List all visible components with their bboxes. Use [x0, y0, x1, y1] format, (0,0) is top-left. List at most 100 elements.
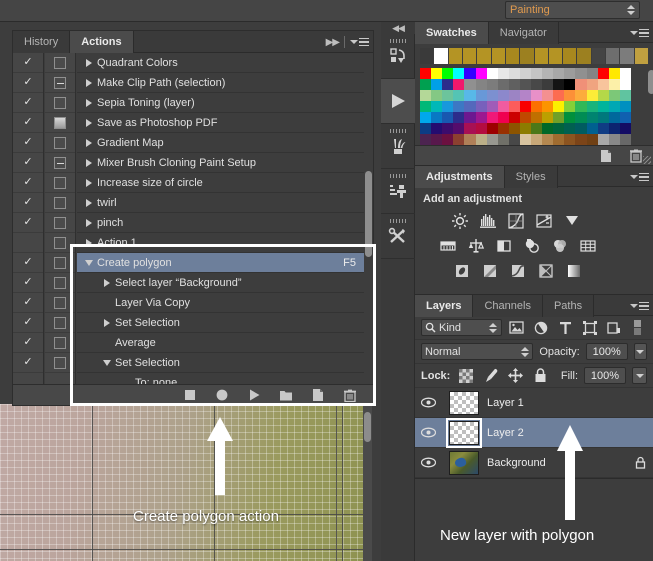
color-swatch[interactable]	[531, 68, 543, 79]
color-swatch[interactable]	[431, 79, 443, 90]
disclosure-triangle-icon[interactable]	[81, 198, 97, 207]
color-swatch[interactable]	[420, 134, 432, 145]
action-dialog-toggle[interactable]	[45, 53, 75, 73]
action-enable-checkbox[interactable]: ✓	[13, 153, 43, 173]
color-swatch[interactable]	[553, 101, 565, 112]
color-swatch[interactable]	[442, 112, 454, 123]
color-swatch[interactable]	[519, 112, 532, 123]
color-swatch[interactable]	[575, 134, 587, 145]
action-row[interactable]: Make Clip Path (selection)	[77, 73, 364, 93]
gradient-map-icon[interactable]	[563, 261, 585, 281]
action-dialog-toggle[interactable]	[45, 133, 75, 153]
color-swatch[interactable]	[464, 123, 476, 134]
blend-mode-select[interactable]: Normal	[421, 343, 534, 360]
color-swatch[interactable]	[619, 101, 631, 112]
action-enable-checkbox[interactable]: ✓	[13, 193, 43, 213]
panel-menu-icon[interactable]	[350, 37, 369, 47]
invert-icon[interactable]	[451, 261, 473, 281]
black-white-icon[interactable]	[493, 236, 515, 256]
color-swatch[interactable]	[475, 90, 487, 101]
action-row[interactable]: Quadrant Colors	[77, 53, 364, 73]
color-swatch[interactable]	[475, 79, 487, 90]
action-enable-checkbox[interactable]: ✓	[13, 333, 43, 353]
fill-value[interactable]: 100%	[584, 367, 626, 384]
disclosure-triangle-icon[interactable]	[81, 238, 97, 247]
color-swatch[interactable]	[542, 90, 554, 101]
color-swatch[interactable]	[464, 79, 476, 90]
color-swatch[interactable]	[542, 123, 554, 134]
color-swatch[interactable]	[420, 90, 432, 101]
color-swatch[interactable]	[420, 101, 432, 112]
disclosure-triangle-icon[interactable]	[81, 78, 97, 87]
color-swatch[interactable]	[431, 68, 443, 79]
panel-menu-icon[interactable]	[630, 301, 649, 311]
tab-channels[interactable]: Channels	[473, 295, 543, 317]
color-swatch[interactable]	[464, 112, 476, 123]
action-dialog-toggle[interactable]	[45, 333, 75, 353]
action-enable-checkbox[interactable]: ✓	[13, 253, 43, 273]
color-swatch[interactable]	[475, 123, 487, 134]
adjustment-layer-filter-icon[interactable]	[532, 319, 550, 337]
disclosure-triangle-icon[interactable]	[99, 318, 115, 327]
action-dialog-toggle[interactable]	[45, 253, 75, 273]
action-enable-checkbox[interactable]	[13, 233, 43, 253]
action-row[interactable]: Average	[77, 333, 364, 353]
color-swatch[interactable]	[553, 112, 565, 123]
recent-swatch[interactable]	[448, 48, 462, 64]
double-arrow-right-icon[interactable]: ▶▶	[326, 37, 340, 48]
color-swatch[interactable]	[542, 79, 554, 90]
color-swatch[interactable]	[564, 123, 576, 134]
color-swatch[interactable]	[542, 134, 554, 145]
layer-name[interactable]: Layer 1	[487, 397, 627, 409]
hue-saturation-icon[interactable]	[437, 236, 459, 256]
color-swatch[interactable]	[586, 134, 598, 145]
color-swatch[interactable]	[453, 134, 465, 145]
action-row[interactable]: Set Selection	[77, 313, 364, 333]
tool-presets-panel[interactable]	[381, 214, 415, 259]
play-selection-button[interactable]	[247, 388, 261, 402]
color-swatch[interactable]	[442, 123, 454, 134]
color-swatch[interactable]	[508, 79, 520, 90]
color-swatch[interactable]	[420, 112, 432, 123]
color-swatch[interactable]	[564, 134, 576, 145]
action-dialog-toggle[interactable]	[45, 353, 75, 373]
color-swatch[interactable]	[619, 123, 631, 134]
layer-row[interactable]: Layer 2	[415, 417, 653, 448]
lock-position-icon[interactable]	[506, 367, 525, 385]
action-enable-checkbox[interactable]: ✓	[13, 313, 43, 333]
channel-mixer-icon[interactable]	[549, 236, 571, 256]
color-swatch[interactable]	[597, 101, 609, 112]
disclosure-triangle-icon[interactable]	[81, 218, 97, 227]
lock-all-icon[interactable]	[531, 367, 550, 385]
tab-adjustments[interactable]: Adjustments	[415, 166, 505, 188]
recent-swatch[interactable]	[462, 48, 477, 64]
action-row[interactable]: twirl	[77, 193, 364, 213]
color-swatch[interactable]	[597, 90, 609, 101]
disclosure-triangle-icon[interactable]	[81, 98, 97, 107]
action-dialog-toggle[interactable]	[45, 173, 75, 193]
color-swatch[interactable]	[586, 68, 598, 79]
color-swatch[interactable]	[553, 134, 565, 145]
color-swatch[interactable]	[531, 134, 543, 145]
color-swatch[interactable]	[486, 112, 498, 123]
recent-swatches-strip[interactable]	[420, 48, 648, 64]
color-swatch[interactable]	[575, 68, 587, 79]
color-swatch[interactable]	[564, 112, 576, 123]
double-arrow-left-icon[interactable]: ◀◀	[392, 23, 405, 34]
stop-recording-button[interactable]	[183, 388, 197, 402]
color-swatch[interactable]	[497, 134, 509, 145]
exposure-icon[interactable]	[533, 211, 555, 231]
smart-object-filter-icon[interactable]	[605, 319, 623, 337]
color-swatch[interactable]	[453, 112, 465, 123]
color-swatch[interactable]	[475, 101, 487, 112]
action-row[interactable]: Increase size of circle	[77, 173, 364, 193]
action-enable-checkbox[interactable]: ✓	[13, 73, 43, 93]
color-swatch[interactable]	[420, 123, 432, 134]
disclosure-triangle-icon[interactable]	[99, 278, 115, 287]
action-enable-checkbox[interactable]: ✓	[13, 113, 43, 133]
opacity-value[interactable]: 100%	[585, 343, 628, 360]
color-swatch[interactable]	[508, 123, 520, 134]
layer-row[interactable]: Layer 1	[415, 388, 653, 418]
color-swatch[interactable]	[464, 101, 476, 112]
color-swatch[interactable]	[619, 112, 631, 123]
